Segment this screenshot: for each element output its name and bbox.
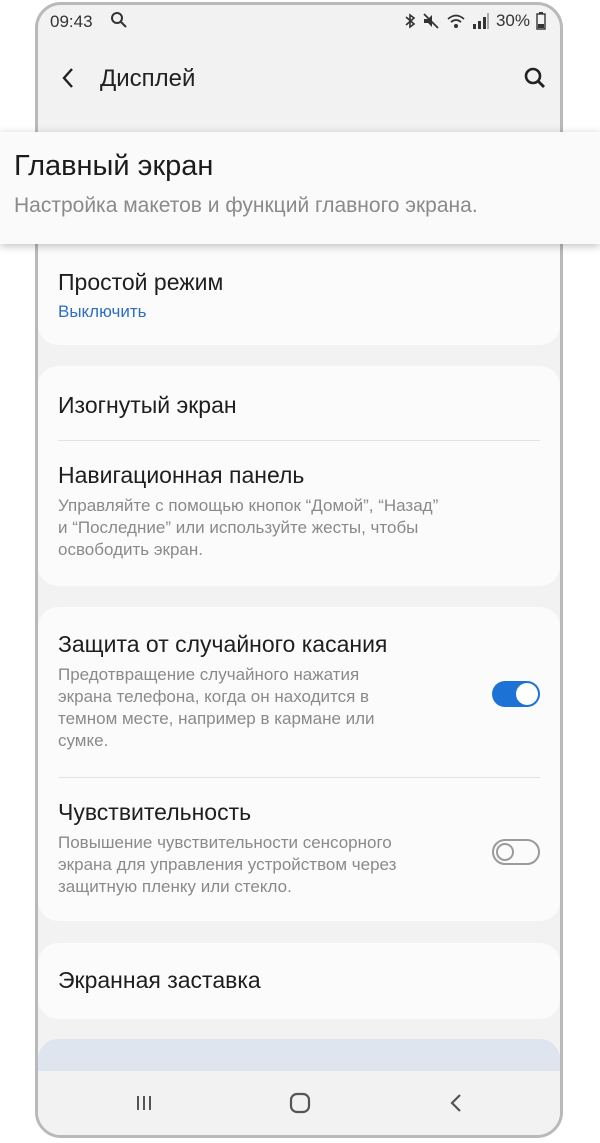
page-title: Дисплей (100, 65, 196, 92)
setting-title: Навигационная панель (58, 462, 305, 488)
home-icon (289, 1092, 311, 1114)
search-button[interactable] (520, 63, 550, 93)
description-line: Управляйте с помощью кнопок “Домой”, “На… (58, 496, 439, 515)
setting-accidental-touch[interactable]: Защита от случайного касания Предотвраще… (58, 631, 470, 752)
description-line: экрана телефона, когда он находится в (58, 687, 370, 706)
setting-touch-sensitivity[interactable]: Чувствительность Повышение чувствительно… (58, 799, 470, 898)
setting-simple-mode[interactable]: Простой режим Выключить (58, 269, 540, 322)
home-screen-setting-highlight[interactable]: Главный экран Настройка макетов и функци… (0, 132, 600, 244)
back-button[interactable] (54, 61, 82, 95)
setting-title: Простой режим (58, 269, 224, 295)
card-screensaver: Экранная заставка (38, 943, 560, 1019)
toggle-knob (496, 843, 514, 861)
mute-icon (423, 13, 439, 29)
setting-screensaver[interactable]: Экранная заставка (58, 967, 540, 994)
description-line: Предотвращение случайного нажатия (58, 665, 360, 684)
description-line: и “Последние” или используйте жесты, что… (58, 518, 419, 537)
setting-description: Повышение чувствительности сенсорного эк… (58, 832, 470, 898)
status-time: 09:43 (50, 12, 93, 31)
setting-description: Предотвращение случайного нажатия экрана… (58, 664, 470, 752)
battery-icon (536, 12, 546, 30)
back-nav-button[interactable] (436, 1087, 476, 1119)
setting-title: Чувствительность (58, 799, 252, 825)
app-bar: Дисплей (38, 45, 560, 115)
status-bar: 09:43 30% (38, 5, 560, 39)
bluetooth-icon (405, 13, 416, 29)
description-line: Повышение чувствительности сенсорного (58, 833, 392, 852)
setting-title: Главный экран (14, 150, 214, 182)
setting-description: Управляйте с помощью кнопок “Домой”, “На… (58, 495, 540, 561)
home-button[interactable] (280, 1087, 320, 1119)
description-line: защитную пленку или стекло. (58, 877, 292, 896)
setting-title: Экранная заставка (58, 967, 261, 993)
setting-title: Защита от случайного касания (58, 631, 388, 657)
description-line: темном месте, например в кармане или (58, 709, 375, 728)
toggle-knob (516, 683, 538, 705)
recent-apps-icon (137, 1096, 151, 1110)
setting-description: Настройка макетов и функций главного экр… (14, 194, 478, 217)
description-line: экрана для управления устройством через (58, 855, 397, 874)
setting-title: Изогнутый экран (58, 392, 237, 418)
divider (58, 777, 540, 778)
back-icon (450, 1094, 461, 1112)
description-line: сумке. (58, 731, 109, 750)
touch-sensitivity-toggle[interactable] (492, 839, 540, 865)
card-touch-settings: Защита от случайного касания Предотвраще… (38, 607, 560, 921)
accidental-touch-toggle[interactable] (492, 681, 540, 707)
setting-navigation-bar[interactable]: Навигационная панель Управляйте с помощь… (58, 462, 540, 561)
chevron-left-icon (62, 68, 73, 88)
card-screen-settings: Изогнутый экран Навигационная панель Упр… (38, 366, 560, 586)
recent-apps-button[interactable] (124, 1087, 164, 1119)
wifi-icon (447, 14, 465, 28)
signal-icon (472, 13, 489, 29)
description-line: освободить экран. (58, 540, 203, 559)
setting-status: Выключить (58, 302, 147, 321)
setting-edge-screen[interactable]: Изогнутый экран (58, 392, 540, 419)
search-icon (524, 67, 545, 88)
navigation-bar (38, 1071, 560, 1135)
battery-percent: 30% (495, 11, 530, 30)
divider (58, 440, 540, 441)
search-icon (111, 12, 127, 28)
status-icons: 30% (404, 11, 546, 31)
